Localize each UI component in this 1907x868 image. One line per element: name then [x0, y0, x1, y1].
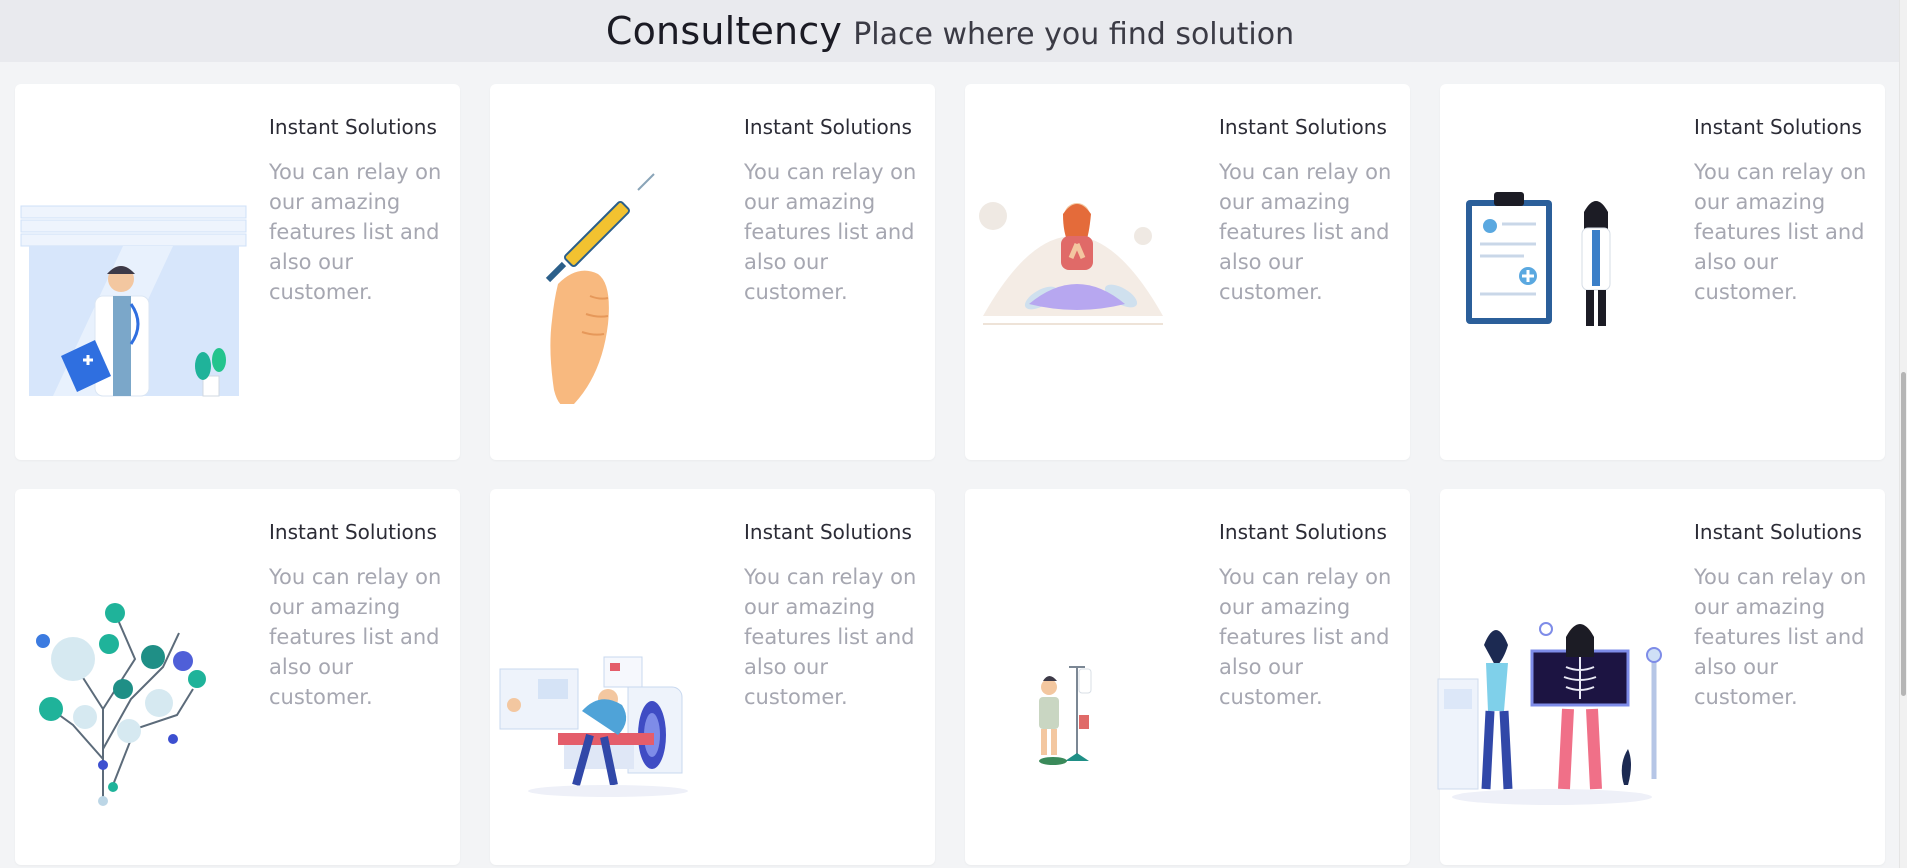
card-description: You can relay on our amazing features li…: [744, 565, 917, 709]
card-description: You can relay on our amazing features li…: [1694, 565, 1867, 709]
card-title: Instant Solutions: [744, 115, 912, 139]
mri-scan-illustration: [478, 549, 728, 809]
card-title: Instant Solutions: [1219, 115, 1387, 139]
card-description: You can relay on our amazing features li…: [744, 160, 917, 304]
card-title: Instant Solutions: [744, 520, 912, 544]
card-title: Instant Solutions: [269, 520, 437, 544]
card-description: You can relay on our amazing features li…: [1219, 160, 1392, 304]
syringe-hand-illustration: [478, 144, 728, 404]
scrollbar-thumb[interactable]: [1901, 372, 1906, 696]
feature-card[interactable]: Instant Solutions You can relay on our a…: [490, 84, 935, 460]
card-title: Instant Solutions: [1219, 520, 1387, 544]
brand-tagline: Place where you find solution: [853, 17, 1295, 52]
iv-patient-illustration: [953, 549, 1203, 809]
card-description: You can relay on our amazing features li…: [1219, 565, 1392, 709]
card-title: Instant Solutions: [269, 115, 437, 139]
feature-card[interactable]: Instant Solutions You can relay on our a…: [15, 489, 460, 865]
doctor-clipboard-illustration: [3, 144, 253, 404]
feature-card[interactable]: Instant Solutions You can relay on our a…: [15, 84, 460, 460]
feature-card[interactable]: Instant Solutions You can relay on our a…: [490, 489, 935, 865]
medical-network-illustration: [3, 549, 253, 809]
xray-illustration: [1428, 549, 1678, 809]
feature-card[interactable]: Instant Solutions You can relay on our a…: [965, 84, 1410, 460]
feature-card[interactable]: Instant Solutions You can relay on our a…: [1437, 489, 1885, 865]
feature-card[interactable]: Instant Solutions You can relay on our a…: [1440, 84, 1885, 460]
feature-card[interactable]: Instant Solutions You can relay on our a…: [965, 489, 1410, 865]
card-description: You can relay on our amazing features li…: [1694, 160, 1867, 304]
brand-title: Consultency: [605, 9, 843, 53]
page-scrollbar[interactable]: [1899, 0, 1907, 868]
page-header: Consultency Place where you find solutio…: [0, 0, 1900, 62]
card-description: You can relay on our amazing features li…: [269, 565, 442, 709]
meditation-illustration: [953, 144, 1203, 404]
card-description: You can relay on our amazing features li…: [269, 160, 442, 304]
card-title: Instant Solutions: [1694, 115, 1862, 139]
card-title: Instant Solutions: [1694, 520, 1862, 544]
medical-report-illustration: [1428, 144, 1678, 404]
